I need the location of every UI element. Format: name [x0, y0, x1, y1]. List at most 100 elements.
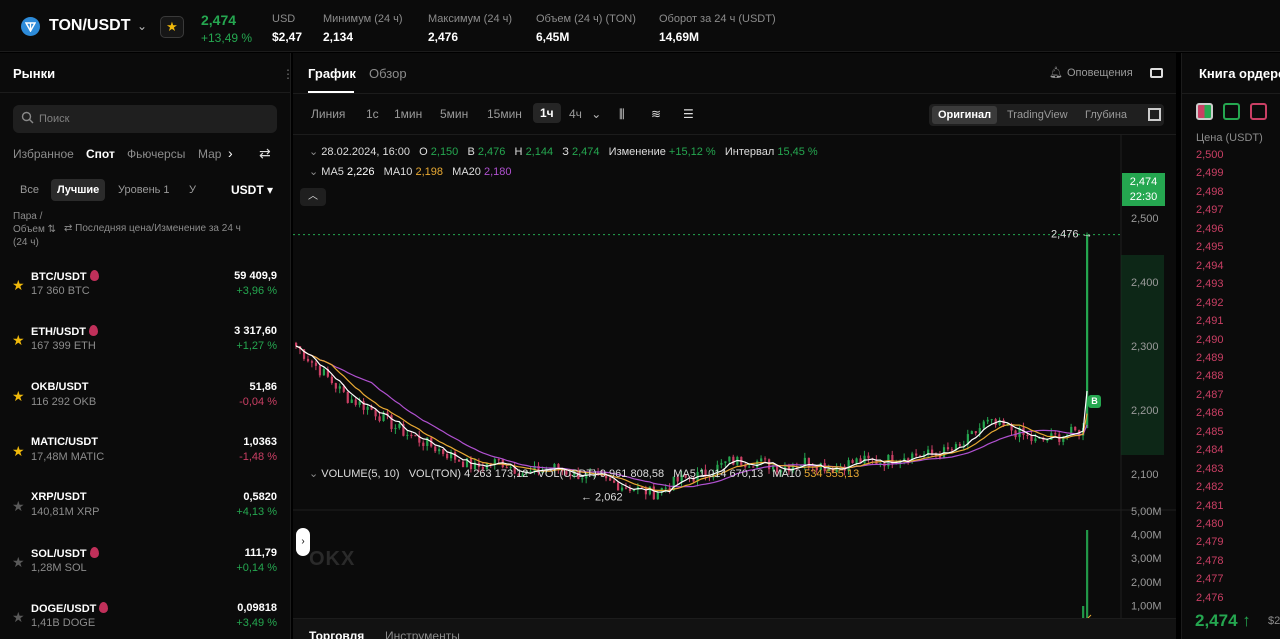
- star-icon[interactable]: ★: [12, 498, 25, 515]
- buy-marker[interactable]: B: [1088, 395, 1101, 408]
- quote-currency-select[interactable]: USDT ▾: [231, 183, 273, 197]
- interval-line[interactable]: Линия: [311, 107, 345, 121]
- market-row[interactable]: ★ DOGE/USDT 1,41B DOGE 0,09818 +3,49 %: [0, 600, 291, 639]
- tab-spot[interactable]: Спот: [86, 147, 115, 161]
- subtab-level1[interactable]: Уровень 1: [118, 184, 170, 196]
- market-pair: XRP/USDT: [31, 491, 87, 503]
- ask-price[interactable]: 2,493: [1196, 278, 1224, 290]
- chevron-up-icon[interactable]: ︿: [300, 188, 326, 206]
- star-icon[interactable]: ★: [12, 277, 25, 294]
- view-original[interactable]: Оригинал: [932, 106, 998, 124]
- tab-chart[interactable]: График: [308, 66, 356, 81]
- ask-price[interactable]: 2,491: [1196, 315, 1224, 327]
- market-row[interactable]: ★ XRP/USDT 140,81M XRP 0,5820 +4,13 %: [0, 489, 291, 539]
- favorite-star-button[interactable]: ★: [160, 16, 184, 38]
- ask-price[interactable]: 2,487: [1196, 389, 1224, 401]
- price-chart[interactable]: 2,500 2,400 2,300 2,200 2,100 5,00M 4,00M 3,00M…: [293, 135, 1176, 618]
- interval-1h[interactable]: 1ч: [533, 103, 561, 123]
- ask-price[interactable]: 2,481: [1196, 500, 1224, 512]
- orderbook-asks-icon[interactable]: [1250, 103, 1267, 120]
- fullscreen-icon[interactable]: [1148, 108, 1161, 121]
- candle: [1030, 435, 1033, 442]
- ask-price[interactable]: 2,494: [1196, 260, 1224, 272]
- stat-label: Объем (24 ч) (TON): [536, 13, 636, 25]
- chevron-down-icon[interactable]: ⌄: [137, 19, 147, 33]
- ask-price[interactable]: 2,486: [1196, 407, 1224, 419]
- ask-price[interactable]: 2,483: [1196, 463, 1224, 475]
- view-depth[interactable]: Глубина: [1085, 109, 1127, 121]
- search-input[interactable]: Поиск: [13, 105, 277, 133]
- interval-5min[interactable]: 5мин: [440, 107, 468, 121]
- interval-1min[interactable]: 1мин: [394, 107, 422, 121]
- market-row[interactable]: ★ BTC/USDT 17 360 BTC 59 409,9 +3,96 %: [0, 268, 291, 318]
- tab-tools[interactable]: Инструменты: [385, 629, 460, 639]
- ask-price[interactable]: 2,476: [1196, 592, 1224, 604]
- ask-price[interactable]: 2,480: [1196, 518, 1224, 530]
- ask-price[interactable]: 2,495: [1196, 241, 1224, 253]
- ask-price[interactable]: 2,478: [1196, 555, 1224, 567]
- stat-value: 6,45M: [536, 30, 570, 44]
- stat-high: Максимум (24 ч) 2,476: [428, 13, 512, 44]
- volume-legend: ⌄ VOLUME(5, 10) VOL(TON) 4 263 173,12 VO…: [309, 468, 860, 480]
- ask-price[interactable]: 2,498: [1196, 186, 1224, 198]
- market-pair: OKB/USDT: [31, 381, 88, 393]
- ask-price[interactable]: 2,496: [1196, 223, 1224, 235]
- ask-price[interactable]: 2,479: [1196, 536, 1224, 548]
- ask-price[interactable]: 2,484: [1196, 444, 1224, 456]
- market-row[interactable]: ★ ETH/USDT 167 399 ETH 3 317,60 +1,27 %: [0, 323, 291, 373]
- volume-tick-label: 3,00M: [1131, 553, 1162, 565]
- column-header-price[interactable]: ⇄ Последняя цена/Изменение за 24 ч: [64, 223, 241, 234]
- market-price: 0,5820: [243, 491, 277, 504]
- interval-15min[interactable]: 15мин: [487, 107, 522, 121]
- ask-price[interactable]: 2,490: [1196, 334, 1224, 346]
- market-row[interactable]: ★ SOL/USDT 1,28M SOL 111,79 +0,14 %: [0, 545, 291, 595]
- candle: [1074, 426, 1077, 431]
- ask-price[interactable]: 2,489: [1196, 352, 1224, 364]
- pair-title[interactable]: TON/USDT: [49, 17, 130, 35]
- candle: [322, 369, 326, 376]
- chevron-right-icon[interactable]: ›: [296, 528, 310, 556]
- price-tick-label: 2,100: [1131, 469, 1159, 481]
- layout-icon[interactable]: [1150, 68, 1163, 78]
- subtab-all[interactable]: Все: [20, 184, 39, 196]
- subtab-more[interactable]: У: [189, 184, 196, 196]
- view-tradingview[interactable]: TradingView: [1007, 109, 1068, 121]
- candle-type-icon[interactable]: ⫼: [619, 107, 625, 122]
- tab-favorites[interactable]: Избранное: [13, 147, 74, 161]
- star-icon[interactable]: ★: [12, 443, 25, 460]
- settings-list-icon[interactable]: ☰: [683, 107, 694, 121]
- star-icon[interactable]: ★: [12, 609, 25, 626]
- tab-futures[interactable]: Фьючерсы: [127, 147, 185, 161]
- interval-4h[interactable]: 4ч ⌄: [569, 107, 601, 121]
- ask-price[interactable]: 2,499: [1196, 167, 1224, 179]
- indicators-icon[interactable]: ≋: [651, 107, 661, 121]
- star-icon[interactable]: ★: [12, 388, 25, 405]
- ask-price[interactable]: 2,492: [1196, 297, 1224, 309]
- markets-panel: Рынки ⋮ Поиск Избранное Спот Фьючерсы Ма…: [0, 53, 294, 639]
- alerts-button[interactable]: 🔔︎ Оповещения: [1049, 66, 1133, 79]
- tab-trading[interactable]: Торговля: [309, 629, 364, 639]
- orderbook-both-icon[interactable]: [1196, 103, 1213, 120]
- chevron-right-icon[interactable]: ›: [228, 145, 233, 161]
- market-pair: DOGE/USDT: [31, 601, 109, 615]
- market-row[interactable]: ★ MATIC/USDT 17,48M MATIC 1,0363 -1,48 %: [0, 434, 291, 484]
- candle: [434, 446, 437, 452]
- stat-usd: USD $2,47: [272, 13, 302, 44]
- ask-price[interactable]: 2,497: [1196, 204, 1224, 216]
- ask-price[interactable]: 2,482: [1196, 481, 1224, 493]
- interval-1s[interactable]: 1с: [366, 107, 379, 121]
- ask-price[interactable]: 2,485: [1196, 426, 1224, 438]
- star-icon[interactable]: ★: [12, 332, 25, 349]
- market-volume: 167 399 ETH: [31, 340, 96, 353]
- ask-price[interactable]: 2,488: [1196, 370, 1224, 382]
- ask-price[interactable]: 2,500: [1196, 149, 1224, 161]
- subtab-best[interactable]: Лучшие: [51, 179, 106, 201]
- swap-icon[interactable]: ⇄: [259, 145, 271, 162]
- ma20-line: [295, 345, 1088, 488]
- tab-overview[interactable]: Обзор: [369, 66, 407, 81]
- orderbook-bids-icon[interactable]: [1223, 103, 1240, 120]
- market-row[interactable]: ★ OKB/USDT 116 292 OKB 51,86 -0,04 %: [0, 379, 291, 429]
- tab-margin[interactable]: Мар: [198, 147, 221, 161]
- star-icon[interactable]: ★: [12, 554, 25, 571]
- ask-price[interactable]: 2,477: [1196, 573, 1224, 585]
